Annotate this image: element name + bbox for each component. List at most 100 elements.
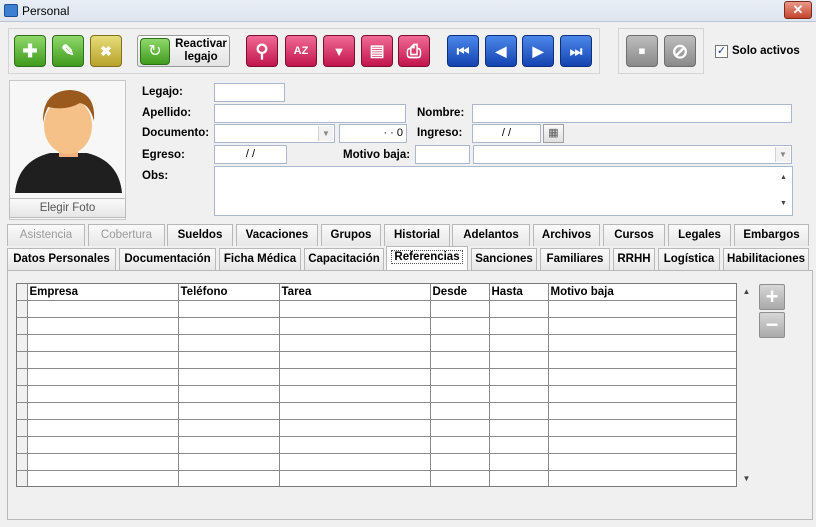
grid-cell[interactable] bbox=[548, 419, 736, 437]
tab-sanciones[interactable]: Sanciones bbox=[471, 248, 537, 270]
tab-capacitacion[interactable]: Capacitación bbox=[304, 248, 384, 270]
scroll-down-icon[interactable]: ▼ bbox=[776, 191, 791, 214]
grid-cell[interactable] bbox=[27, 368, 179, 386]
ingreso-date-field[interactable]: / / bbox=[472, 124, 541, 143]
obs-scrollbar[interactable]: ▲ ▼ bbox=[776, 168, 791, 214]
grid-cell[interactable] bbox=[279, 368, 431, 386]
grid-cell[interactable] bbox=[27, 334, 179, 352]
grid-scrollbar[interactable]: ▲ ▼ bbox=[738, 283, 755, 487]
motivo-baja-code-field[interactable] bbox=[415, 145, 470, 164]
grid-cell[interactable] bbox=[178, 385, 280, 403]
grid-cell[interactable] bbox=[27, 385, 179, 403]
grid-cell[interactable] bbox=[489, 419, 549, 437]
documento-type-select[interactable]: ▼ bbox=[214, 124, 335, 143]
grid-cell[interactable] bbox=[178, 419, 280, 437]
nombre-field[interactable] bbox=[472, 104, 792, 123]
legajo-field[interactable] bbox=[214, 83, 285, 102]
grid-cell[interactable] bbox=[548, 470, 736, 486]
column-hasta[interactable]: Hasta bbox=[489, 284, 549, 301]
grid-cell[interactable] bbox=[178, 402, 280, 420]
previous-record-button[interactable]: ◀ bbox=[485, 35, 517, 67]
tab-datos-personales[interactable]: Datos Personales bbox=[7, 248, 116, 270]
grid-cell[interactable] bbox=[27, 300, 179, 318]
grid-cell[interactable] bbox=[489, 334, 549, 352]
grid-cell[interactable] bbox=[279, 300, 431, 318]
filter-button[interactable]: ▼ bbox=[323, 35, 355, 67]
grid-cell[interactable] bbox=[430, 453, 490, 471]
grid-cell[interactable] bbox=[489, 470, 549, 486]
delete-button[interactable]: ✖ bbox=[90, 35, 122, 67]
grid-cell[interactable] bbox=[279, 402, 431, 420]
grid-cell[interactable] bbox=[279, 453, 431, 471]
chevron-down-icon[interactable]: ▼ bbox=[775, 147, 790, 162]
grid-cell[interactable] bbox=[279, 385, 431, 403]
table-row[interactable] bbox=[17, 351, 736, 369]
scroll-down-icon[interactable]: ▼ bbox=[738, 470, 755, 487]
grid-cell[interactable] bbox=[178, 470, 280, 486]
motivo-baja-select[interactable]: ▼ bbox=[473, 145, 792, 164]
tab-rrhh[interactable]: RRHH bbox=[613, 248, 655, 270]
tab-historial[interactable]: Historial bbox=[384, 224, 450, 246]
apellido-field[interactable] bbox=[214, 104, 406, 123]
tab-documentacion[interactable]: Documentación bbox=[119, 248, 216, 270]
grid-cell[interactable] bbox=[489, 351, 549, 369]
grid-cell[interactable] bbox=[27, 470, 179, 486]
scroll-up-icon[interactable]: ▲ bbox=[738, 283, 755, 300]
grid-cell[interactable] bbox=[489, 436, 549, 454]
grid-cell[interactable] bbox=[279, 334, 431, 352]
table-row[interactable] bbox=[17, 453, 736, 471]
tab-familiares[interactable]: Familiares bbox=[540, 248, 610, 270]
tab-grupos[interactable]: Grupos bbox=[321, 224, 381, 246]
grid-cell[interactable] bbox=[548, 385, 736, 403]
column-motivo-baja[interactable]: Motivo baja bbox=[548, 284, 736, 301]
grid-cell[interactable] bbox=[27, 317, 179, 335]
grid-cell[interactable] bbox=[279, 317, 431, 335]
grid-cell[interactable] bbox=[430, 334, 490, 352]
sort-button[interactable]: AZ bbox=[285, 35, 317, 67]
table-row[interactable] bbox=[17, 419, 736, 437]
table-row[interactable] bbox=[17, 334, 736, 352]
obs-textarea[interactable] bbox=[214, 166, 793, 216]
grid-cell[interactable] bbox=[430, 317, 490, 335]
tab-archivos[interactable]: Archivos bbox=[533, 224, 600, 246]
grid-cell[interactable] bbox=[178, 351, 280, 369]
solo-activos-checkbox[interactable]: ✓ bbox=[715, 45, 728, 58]
report-button[interactable]: ▤ bbox=[361, 35, 393, 67]
cancel-button[interactable]: ⊘ bbox=[664, 35, 696, 67]
chevron-down-icon[interactable]: ▼ bbox=[318, 126, 333, 141]
tab-referencias[interactable]: Referencias bbox=[386, 246, 468, 270]
tab-logistica[interactable]: Logística bbox=[658, 248, 720, 270]
grid-cell[interactable] bbox=[430, 470, 490, 486]
grid-cell[interactable] bbox=[548, 334, 736, 352]
grid-cell[interactable] bbox=[430, 419, 490, 437]
tab-cursos[interactable]: Cursos bbox=[603, 224, 665, 246]
table-row[interactable] bbox=[17, 385, 736, 403]
tab-legales[interactable]: Legales bbox=[668, 224, 731, 246]
next-record-button[interactable]: ▶ bbox=[522, 35, 554, 67]
egreso-date-field[interactable]: / / bbox=[214, 145, 287, 164]
save-button[interactable]: ▪ bbox=[626, 35, 658, 67]
scroll-up-icon[interactable]: ▲ bbox=[776, 168, 791, 191]
grid-cell[interactable] bbox=[178, 317, 280, 335]
tab-ficha-medica[interactable]: Ficha Médica bbox=[219, 248, 301, 270]
referencias-grid[interactable]: Empresa Teléfono Tarea Desde Hasta Motiv… bbox=[16, 283, 737, 487]
grid-cell[interactable] bbox=[548, 351, 736, 369]
grid-cell[interactable] bbox=[489, 317, 549, 335]
grid-cell[interactable] bbox=[548, 317, 736, 335]
grid-cell[interactable] bbox=[430, 402, 490, 420]
grid-cell[interactable] bbox=[489, 402, 549, 420]
grid-cell[interactable] bbox=[279, 419, 431, 437]
grid-cell[interactable] bbox=[548, 300, 736, 318]
documento-number-field[interactable]: · · 0 bbox=[339, 124, 407, 143]
grid-cell[interactable] bbox=[27, 402, 179, 420]
grid-cell[interactable] bbox=[27, 436, 179, 454]
column-empresa[interactable]: Empresa bbox=[27, 284, 179, 301]
grid-cell[interactable] bbox=[279, 436, 431, 454]
grid-cell[interactable] bbox=[548, 368, 736, 386]
table-row[interactable] bbox=[17, 470, 736, 486]
table-row[interactable] bbox=[17, 317, 736, 335]
grid-cell[interactable] bbox=[548, 436, 736, 454]
grid-cell[interactable] bbox=[548, 402, 736, 420]
grid-cell[interactable] bbox=[489, 453, 549, 471]
grid-cell[interactable] bbox=[430, 351, 490, 369]
